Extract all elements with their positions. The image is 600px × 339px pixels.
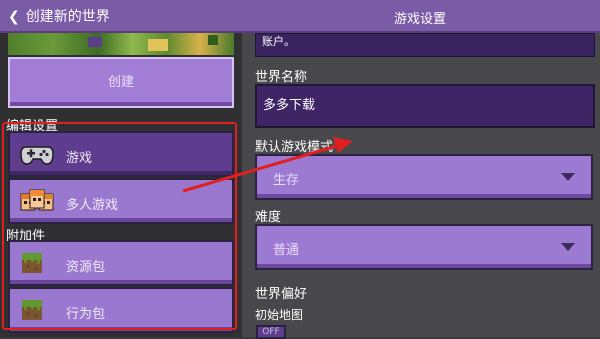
controller-icon xyxy=(20,146,54,165)
nav-item-multiplayer[interactable]: 多人游戏 xyxy=(8,178,234,224)
chevron-left-icon: ❮ xyxy=(8,9,20,25)
nav-item-label: 游戏 xyxy=(66,151,93,166)
players-icon xyxy=(20,189,54,211)
world-name-input[interactable]: 多多下载 xyxy=(255,84,595,128)
default-mode-label: 默认游戏模式 xyxy=(255,140,334,155)
caret-down-icon xyxy=(561,173,575,181)
title-bar: ❮ 创建新的世界 游戏设置 xyxy=(0,0,600,33)
caret-down-icon xyxy=(561,243,575,251)
create-button[interactable]: 创建 xyxy=(8,57,234,108)
nav-item-behavior-packs[interactable]: 行为包 xyxy=(8,287,234,333)
account-note-text: 账户。 xyxy=(262,35,295,48)
starter-map-label: 初始地图 xyxy=(255,308,304,322)
nav-item-label: 行为包 xyxy=(66,307,106,322)
world-preferences-label: 世界偏好 xyxy=(255,287,308,302)
page-title: 游戏设置 xyxy=(393,12,446,27)
back-label: 创建新的世界 xyxy=(25,9,110,25)
back-button[interactable]: ❮ 创建新的世界 xyxy=(8,6,110,26)
nav-item-resource-packs[interactable]: 资源包 xyxy=(8,240,234,286)
nav-item-label: 资源包 xyxy=(66,260,106,275)
dropdown-value: 普通 xyxy=(273,243,300,258)
account-note: 账户。 xyxy=(255,33,595,57)
grass-block-icon xyxy=(22,300,42,320)
world-preview-image xyxy=(8,33,234,55)
world-name-label: 世界名称 xyxy=(255,70,308,85)
nav-item-label: 多人游戏 xyxy=(66,198,119,213)
difficulty-label: 难度 xyxy=(255,210,282,225)
grass-block-icon xyxy=(22,253,42,273)
dropdown-value: 生存 xyxy=(273,173,300,188)
default-mode-dropdown[interactable]: 生存 xyxy=(255,154,593,200)
difficulty-dropdown[interactable]: 普通 xyxy=(255,224,593,270)
nav-item-game[interactable]: 游戏 xyxy=(8,131,234,177)
